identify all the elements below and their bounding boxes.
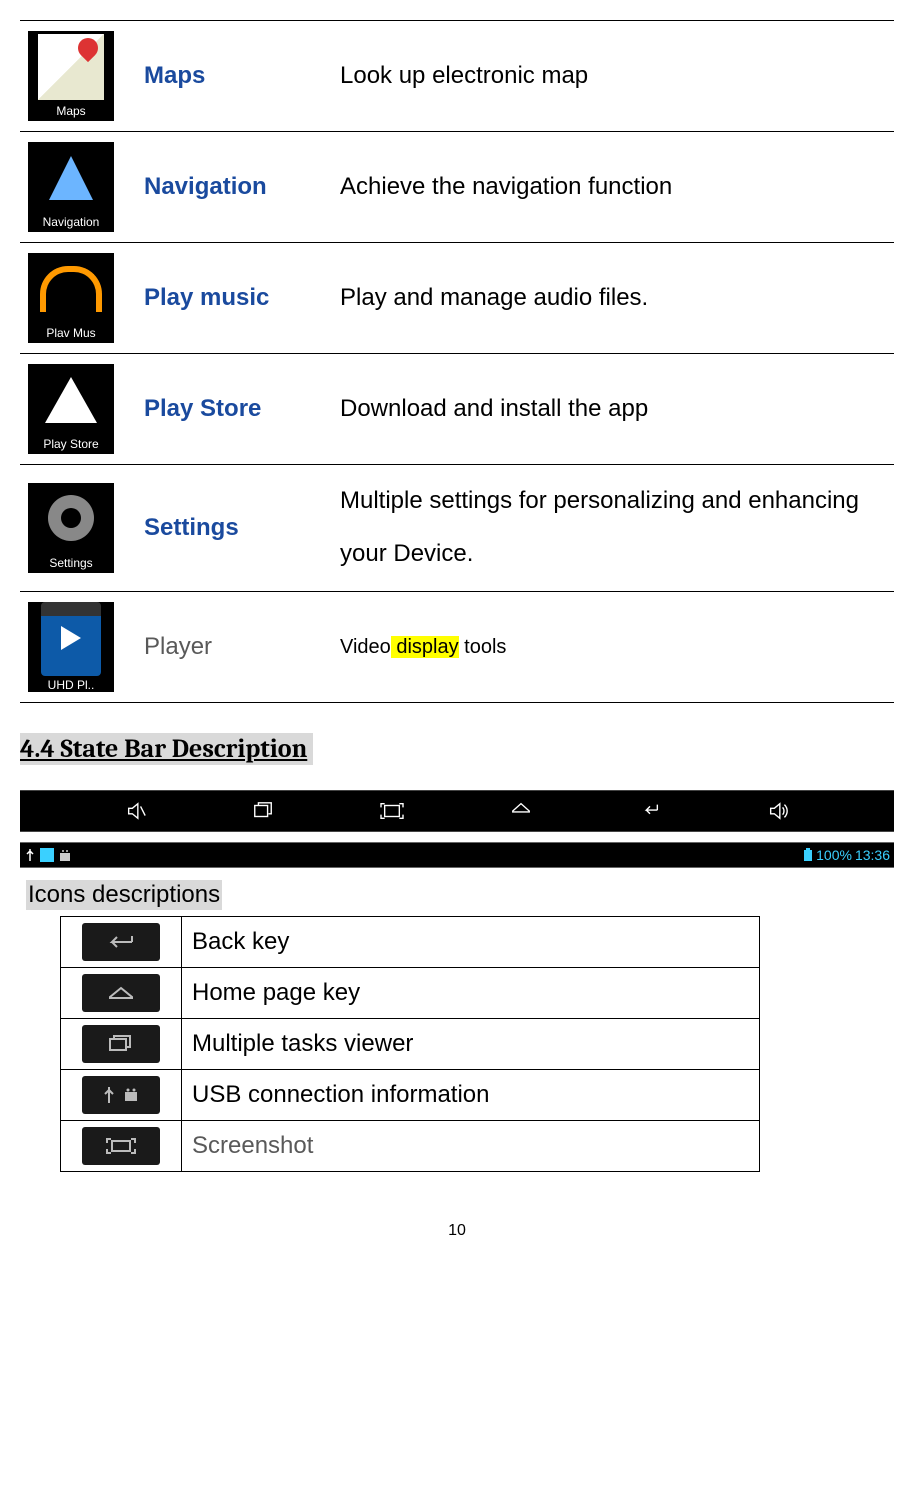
home-key-icon xyxy=(82,974,160,1012)
usb-info-icon xyxy=(82,1076,160,1114)
tasks-key-icon xyxy=(82,1025,160,1063)
app-name[interactable]: Navigation xyxy=(144,173,267,200)
screenshot-icon[interactable] xyxy=(379,800,405,822)
app-desc: Achieve the navigation function xyxy=(340,173,672,200)
icon-row-usb: USB connection information xyxy=(61,1069,760,1120)
play-store-icon: Play Store xyxy=(28,364,114,454)
icon-row-back: Back key xyxy=(61,916,760,967)
app-name[interactable]: Settings xyxy=(144,514,239,541)
icon-label: USB connection information xyxy=(192,1081,490,1108)
app-name[interactable]: Play Store xyxy=(144,395,261,422)
navigation-bar xyxy=(20,790,894,832)
app-name: Player xyxy=(144,633,212,660)
icon-label: Back key xyxy=(192,928,289,955)
settings-icon: Settings xyxy=(28,483,114,573)
icon-row-tasks: Multiple tasks viewer xyxy=(61,1018,760,1069)
icon-label: Home page key xyxy=(192,979,360,1006)
icon-row-home: Home page key xyxy=(61,967,760,1018)
apps-table: Maps Maps Look up electronic map Navigat… xyxy=(20,20,894,703)
section-heading: 4.4 State Bar Description xyxy=(20,733,313,765)
app-row-play-music: Plav Mus Play music Play and manage audi… xyxy=(20,243,894,354)
icon-label: Multiple tasks viewer xyxy=(192,1030,413,1057)
home-icon[interactable] xyxy=(509,800,533,822)
app-desc: Download and install the app xyxy=(340,395,648,422)
volume-up-icon[interactable] xyxy=(767,800,789,822)
app-desc: Multiple settings for personalizing and … xyxy=(340,487,859,567)
navigation-icon: Navigation xyxy=(28,142,114,232)
app-desc: Play and manage audio files. xyxy=(340,284,648,311)
battery-percent: 100% xyxy=(816,847,852,863)
volume-down-icon[interactable] xyxy=(125,800,147,822)
status-bar: 100% 13:36 xyxy=(20,842,894,868)
app-desc: Video display tools xyxy=(340,632,506,659)
app-row-settings: Settings Settings Multiple settings for … xyxy=(20,465,894,592)
app-row-navigation: Navigation Navigation Achieve the naviga… xyxy=(20,132,894,243)
app-row-maps: Maps Maps Look up electronic map xyxy=(20,21,894,132)
player-icon: UHD Pl.. xyxy=(28,602,114,692)
app-row-play-store: Play Store Play Store Download and insta… xyxy=(20,354,894,465)
app-name[interactable]: Maps xyxy=(144,62,205,89)
android-icon xyxy=(58,848,72,862)
status-indicator-icon xyxy=(40,848,54,862)
maps-icon: Maps xyxy=(28,31,114,121)
back-key-icon xyxy=(82,923,160,961)
icons-table: Back key Home page key Multiple tasks vi… xyxy=(60,916,760,1172)
page-number: 10 xyxy=(20,1222,894,1240)
usb-icon xyxy=(24,848,36,862)
recent-apps-icon[interactable] xyxy=(252,800,274,822)
play-music-icon: Plav Mus xyxy=(28,253,114,343)
battery-icon xyxy=(803,848,813,862)
screenshot-key-icon xyxy=(82,1127,160,1165)
icon-row-screenshot: Screenshot xyxy=(61,1120,760,1171)
app-name[interactable]: Play music xyxy=(144,284,269,311)
app-desc: Look up electronic map xyxy=(340,62,588,89)
app-row-player: UHD Pl.. Player Video display tools xyxy=(20,591,894,702)
back-icon[interactable] xyxy=(638,800,662,822)
icon-label: Screenshot xyxy=(192,1132,313,1159)
clock-time: 13:36 xyxy=(855,847,890,863)
icons-descriptions-label: Icons descriptions xyxy=(26,880,222,910)
